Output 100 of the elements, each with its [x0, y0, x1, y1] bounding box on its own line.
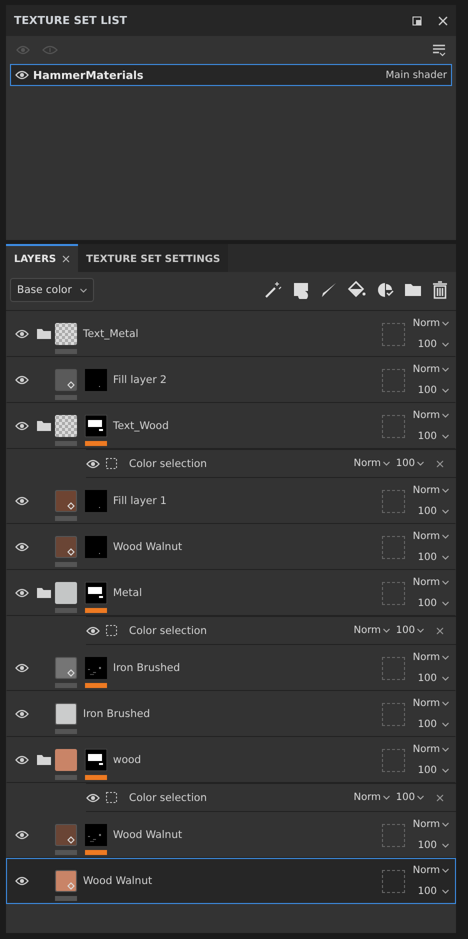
opacity-dropdown[interactable]: 100: [418, 431, 449, 442]
thumbnail-bar: [55, 774, 77, 780]
blend-mode-dropdown[interactable]: Norm: [412, 819, 449, 830]
caret-icon: [442, 601, 449, 606]
layer-slot-icon: [382, 582, 405, 604]
opacity-dropdown[interactable]: 100: [418, 385, 449, 396]
layer-slot-icon: [382, 824, 405, 846]
layer-slot-icon: [382, 536, 405, 558]
layer-slot-icon: [382, 414, 405, 438]
blend-mode-dropdown[interactable]: Norm: [412, 318, 449, 329]
blend-mode-dropdown[interactable]: Norm: [412, 744, 449, 755]
close-icon[interactable]: [436, 794, 444, 802]
brush-icon[interactable]: [320, 281, 338, 299]
layer-slot-icon: [382, 702, 405, 726]
layer-slot-icon: [382, 368, 405, 392]
thumbnail-bar: [55, 850, 77, 854]
mask-thumbnail: [85, 824, 107, 846]
opacity-dropdown[interactable]: 100: [396, 458, 424, 469]
paint-bucket-icon[interactable]: [348, 281, 366, 299]
close-icon[interactable]: [438, 16, 448, 26]
filter-name: Color selection: [129, 624, 208, 636]
thumbnail-bar: [55, 348, 77, 354]
opacity-dropdown[interactable]: 100: [418, 886, 449, 897]
channel-dropdown[interactable]: Base color: [10, 278, 94, 302]
blend-mode-dropdown[interactable]: Norm: [412, 410, 449, 421]
wand-icon[interactable]: [264, 281, 282, 299]
layer-name: wood: [113, 754, 142, 766]
blend-mode-dropdown[interactable]: Norm: [412, 652, 449, 663]
layer-name: Wood Walnut: [113, 541, 184, 553]
layer-name: Iron Brushed: [113, 662, 182, 674]
mask-thumbnail: [85, 368, 107, 390]
caret-icon: [442, 555, 449, 560]
close-icon[interactable]: [62, 255, 70, 263]
blend-mode-dropdown[interactable]: Norm: [412, 364, 449, 375]
caret-icon: [417, 795, 424, 800]
opacity-dropdown[interactable]: 100: [418, 719, 449, 730]
opacity-dropdown[interactable]: 100: [396, 792, 424, 803]
caret-icon: [442, 534, 449, 539]
blend-mode-dropdown[interactable]: Norm: [354, 458, 390, 469]
shader-name: Main shader: [386, 70, 447, 80]
close-icon[interactable]: [436, 626, 444, 634]
layer-name: Wood Walnut: [113, 829, 184, 841]
thumbnail-bar: [55, 440, 77, 446]
caret-icon: [442, 413, 449, 418]
thumbnail-bar: [55, 562, 77, 566]
opacity-dropdown[interactable]: 100: [396, 625, 424, 636]
folder-icon[interactable]: [404, 282, 422, 298]
caret-icon: [417, 461, 424, 466]
thumbnail-bar: [55, 608, 77, 612]
folder-icon: [36, 587, 52, 599]
thumbnail-bar: [55, 896, 77, 900]
layer-slot-icon: [382, 748, 405, 772]
opacity-dropdown[interactable]: 100: [418, 840, 449, 851]
caret-icon: [442, 388, 449, 393]
mask-thumbnail: [85, 582, 107, 604]
caret-icon: [442, 868, 449, 873]
folder-icon: [36, 328, 52, 340]
opacity-dropdown[interactable]: 100: [418, 673, 449, 684]
layer-row[interactable]: Wood Walnut Norm 100: [6, 858, 456, 904]
trash-icon[interactable]: [432, 281, 448, 299]
blend-mode-dropdown[interactable]: Norm: [412, 531, 449, 542]
opacity-dropdown[interactable]: 100: [418, 552, 449, 563]
filter-name: Color selection: [129, 792, 208, 804]
caret-icon: [442, 321, 449, 326]
caret-icon: [442, 655, 449, 660]
close-icon[interactable]: [436, 460, 444, 468]
opacity-dropdown[interactable]: 100: [418, 765, 449, 776]
caret-icon: [442, 722, 449, 727]
opacity-dropdown[interactable]: 100: [418, 598, 449, 609]
mask-thumbnail: [85, 748, 107, 770]
float-icon[interactable]: [412, 16, 422, 26]
mask-icon[interactable]: [376, 281, 394, 299]
blend-mode-dropdown[interactable]: Norm: [412, 698, 449, 709]
caret-icon: [442, 822, 449, 827]
blend-mode-dropdown[interactable]: Norm: [354, 625, 390, 636]
blend-mode-dropdown[interactable]: Norm: [412, 485, 449, 496]
panel-tab[interactable]: TEXTURE SET SETTINGS: [78, 244, 228, 272]
caret-icon: [382, 628, 390, 633]
mask-thumbnail: [85, 536, 107, 558]
selection-icon: [106, 458, 117, 469]
opacity-dropdown[interactable]: 100: [418, 339, 449, 350]
list-options-icon[interactable]: [432, 44, 446, 56]
caret-icon: [382, 461, 390, 466]
panel-tab[interactable]: LAYERS: [6, 244, 78, 272]
caret-icon: [442, 843, 449, 848]
layer-name: Iron Brushed: [83, 708, 152, 720]
caret-icon: [417, 628, 424, 633]
blend-mode-dropdown[interactable]: Norm: [412, 865, 449, 876]
thumbnail-bar: [55, 394, 77, 400]
blend-mode-dropdown[interactable]: Norm: [412, 577, 449, 588]
opacity-dropdown[interactable]: 100: [418, 506, 449, 517]
layer-name: Fill layer 1: [113, 495, 168, 507]
thumbnail-bar: [55, 682, 77, 688]
caret-icon: [442, 747, 449, 752]
layer-name: Fill layer 2: [113, 374, 168, 386]
mask-thumbnail: [85, 490, 107, 512]
caret-icon: [442, 342, 449, 347]
texture-set-item[interactable]: HammerMaterials Main shader: [10, 64, 452, 86]
blend-mode-dropdown[interactable]: Norm: [354, 792, 390, 803]
layer-name: Text_Wood: [113, 420, 170, 432]
